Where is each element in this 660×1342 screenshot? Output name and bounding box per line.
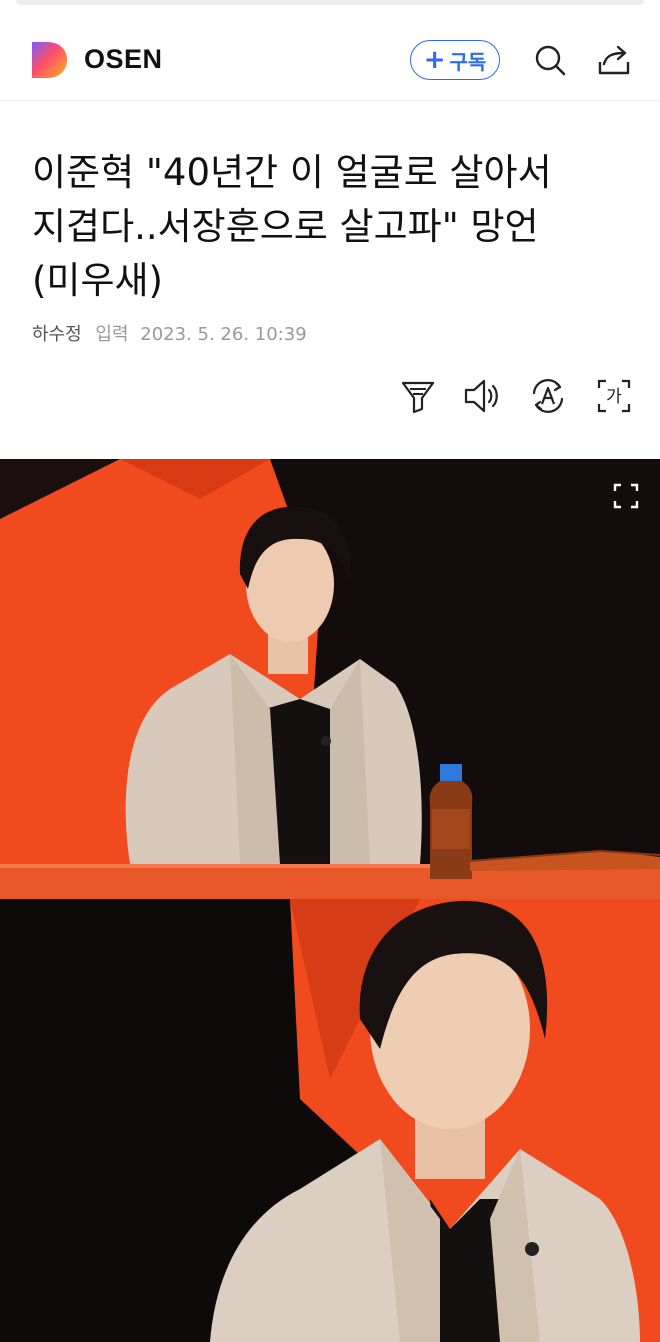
author-name[interactable]: 하수정 xyxy=(32,324,82,345)
font-size-icon[interactable]: 가 xyxy=(592,374,636,418)
subscribe-label: 구독 xyxy=(449,49,487,74)
article-meta: 하수정 입력 2023. 5. 26. 10:39 xyxy=(32,320,307,346)
publish-date: 2023. 5. 26. 10:39 xyxy=(140,324,307,345)
article-photo-2 xyxy=(0,899,660,1342)
search-icon[interactable] xyxy=(530,40,570,80)
summary-filter-icon[interactable] xyxy=(396,374,440,418)
translate-icon[interactable] xyxy=(526,374,570,418)
plus-icon: + xyxy=(423,45,446,75)
article-photo-1 xyxy=(0,459,660,899)
speaker-icon[interactable] xyxy=(460,374,504,418)
brand-logo-icon[interactable] xyxy=(32,42,67,78)
svg-text:가: 가 xyxy=(606,387,622,407)
article-title: 이준혁 "40년간 이 얼굴로 살아서 지겹다..서장훈으로 살고파" 망언(미… xyxy=(32,151,552,302)
share-icon[interactable] xyxy=(594,40,634,80)
brand-name[interactable]: OSEN xyxy=(84,44,163,75)
app-header: OSEN + 구독 xyxy=(0,0,660,101)
expand-icon[interactable] xyxy=(608,478,644,514)
article-page: OSEN + 구독 이준혁 "40년간 이 얼굴로 살아서 지겹다..서장훈으로… xyxy=(0,0,660,1342)
subscribe-button[interactable]: + 구독 xyxy=(410,40,500,80)
input-label: 입력 xyxy=(95,324,129,345)
